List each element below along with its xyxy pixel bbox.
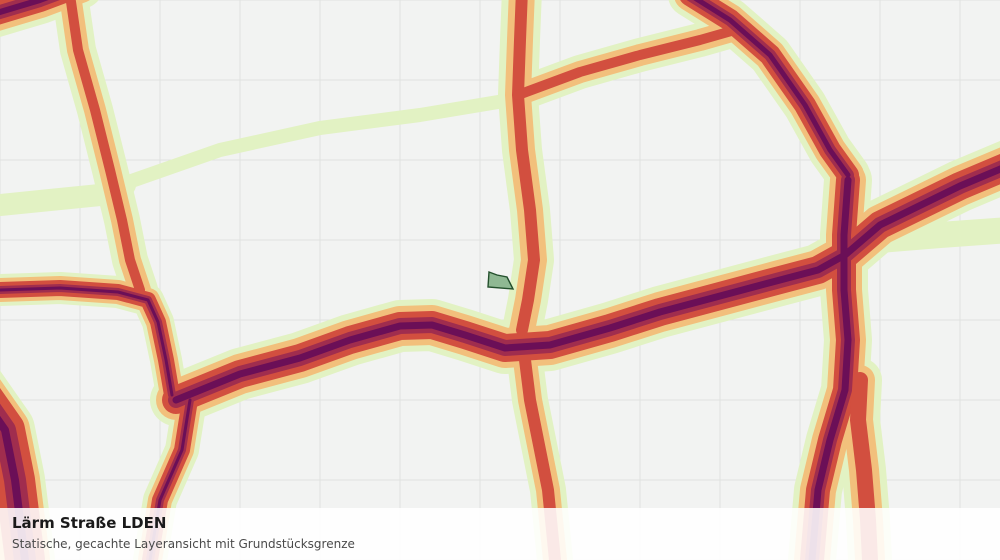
noise-map[interactable] bbox=[0, 0, 1000, 560]
layer-subtitle: Statische, gecachte Layeransicht mit Gru… bbox=[12, 537, 355, 551]
layer-caption: Lärm Straße LDEN Statische, gecachte Lay… bbox=[0, 508, 1000, 560]
layer-title: Lärm Straße LDEN bbox=[12, 514, 167, 532]
noise-map-canvas[interactable] bbox=[0, 0, 1000, 560]
